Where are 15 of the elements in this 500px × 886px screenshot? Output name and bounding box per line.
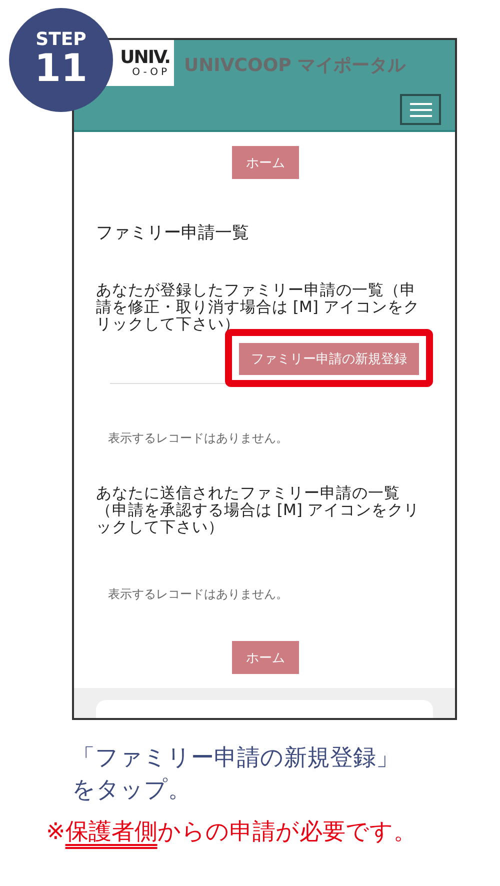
- menu-button[interactable]: [400, 94, 441, 125]
- logo-text: UNIV.: [120, 48, 170, 66]
- step-label: STEP: [36, 31, 86, 50]
- empty-message: 表示するレコードはありません。: [108, 586, 289, 603]
- section-description: あなたに送信されたファミリー申請の一覧 （申請を承認する場合は [M] アイコンをクリ ックして下さい）: [96, 485, 420, 536]
- new-registration-button[interactable]: ファミリー申請の新規登録: [239, 343, 419, 375]
- empty-message: 表示するレコードはありません。: [108, 430, 289, 447]
- page-title: ファミリー申請一覧: [96, 222, 250, 244]
- menu-icon: [410, 102, 432, 118]
- instruction-text: 「ファミリー申請の新規登録」 をタップ。: [72, 744, 399, 805]
- note-text: ※保護者側からの申請が必要です。: [46, 818, 416, 847]
- step-number: 11: [34, 49, 88, 89]
- home-button[interactable]: ホーム: [232, 641, 299, 674]
- logo-subtext: O-OP: [132, 66, 170, 78]
- home-button[interactable]: ホーム: [232, 146, 299, 179]
